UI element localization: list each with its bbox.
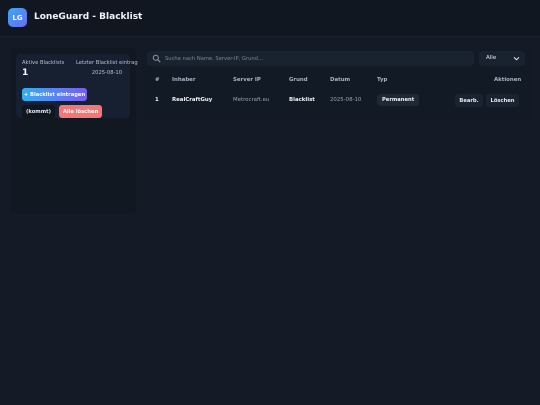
search-icon: [152, 54, 161, 63]
active-blacklists-label: Aktive Blacklists: [22, 60, 65, 66]
header-actions: Aktionen: [494, 77, 522, 83]
delete-button[interactable]: Löschen: [486, 94, 519, 107]
top-bar: LG LoneGuard - Blacklist: [0, 0, 540, 37]
header-reason: Grund: [289, 77, 308, 83]
row-reason: Blacklist: [289, 97, 315, 103]
last-entry-date: 2025-08-10: [91, 70, 122, 76]
edit-button[interactable]: Bearb.: [455, 94, 483, 107]
row-server-ip: Metrocraft.eu: [233, 97, 270, 103]
header-num: #: [155, 77, 160, 83]
row-num: 1: [155, 97, 159, 103]
row-owner: RealCraftGuy: [172, 97, 213, 103]
row-date: 2025-08-10: [330, 97, 362, 103]
add-blacklist-button[interactable]: + Blacklist eintragen: [22, 88, 87, 101]
type-badge: Permanent: [377, 94, 420, 106]
search-input[interactable]: [165, 52, 465, 65]
sidebar: Aktive Blacklists 1 Letzter Blacklist ei…: [10, 48, 138, 213]
kommt-button[interactable]: (kommt): [22, 105, 55, 118]
search-bar[interactable]: [147, 51, 474, 66]
app-title: LoneGuard - Blacklist: [34, 12, 143, 22]
header-server-ip: Server IP: [233, 77, 261, 83]
header-date: Datum: [330, 77, 351, 83]
active-blacklists-count: 1: [22, 68, 29, 78]
filter-select[interactable]: Alle: [479, 51, 525, 66]
header-type: Typ: [377, 77, 388, 83]
delete-all-button[interactable]: Alle löschen: [59, 105, 102, 118]
header-owner: Inhaber: [172, 77, 196, 83]
chevron-down-icon: [513, 57, 520, 61]
last-entry-label: Letzter Blacklist eintrag: [76, 60, 138, 66]
app-logo: LG: [8, 8, 27, 27]
filter-selected-value: Alle: [486, 55, 497, 61]
stats-card: Aktive Blacklists 1 Letzter Blacklist ei…: [16, 54, 138, 118]
blacklist-panel: Alle # Inhaber Server IP Grund Datum Typ…: [143, 48, 531, 120]
